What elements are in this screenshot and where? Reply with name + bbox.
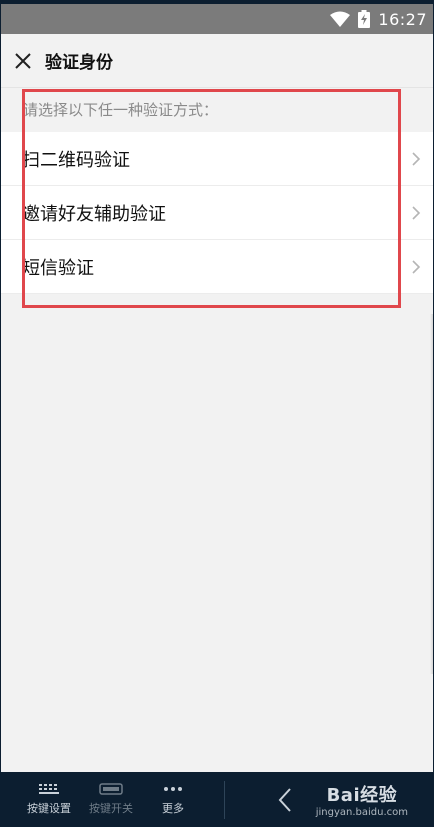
toggle-icon bbox=[99, 783, 123, 795]
keyboard-icon bbox=[39, 784, 59, 794]
watermark-url: jingyan.baidu.com bbox=[315, 807, 408, 818]
baidu-jingyan-watermark: Bai经验 jingyan.baidu.com bbox=[316, 781, 408, 818]
battery-charging-icon bbox=[358, 10, 371, 28]
chevron-right-icon bbox=[412, 259, 421, 274]
page-title: 验证身份 bbox=[45, 53, 113, 73]
back-arrow-icon bbox=[278, 787, 291, 812]
status-time: 16:27 bbox=[378, 9, 427, 29]
more-button[interactable]: 更多 bbox=[142, 772, 204, 827]
option-label: 扫二维码验证 bbox=[22, 149, 130, 171]
toolbar-label: 按键开关 bbox=[89, 802, 133, 815]
back-button[interactable] bbox=[255, 772, 315, 827]
title-bar: 验证身份 bbox=[1, 34, 433, 88]
key-settings-button[interactable]: 按键设置 bbox=[18, 772, 80, 827]
chevron-right-icon bbox=[412, 151, 421, 166]
more-icon bbox=[164, 787, 182, 791]
phone-frame: 16:27 验证身份 请选择以下任一种验证方式： 扫二维码验证 邀请好友辅助验证 bbox=[0, 0, 434, 827]
bottom-toolbar: 按键设置 按键开关 更多 Bai经验 jingyan.baidu.com bbox=[0, 772, 434, 827]
option-label: 邀请好友辅助验证 bbox=[22, 203, 166, 225]
verification-options: 请选择以下任一种验证方式： 扫二维码验证 邀请好友辅助验证 短信验证 bbox=[1, 88, 433, 294]
key-toggle-button[interactable]: 按键开关 bbox=[80, 772, 142, 827]
option-invite-friends[interactable]: 邀请好友辅助验证 bbox=[1, 186, 433, 240]
close-button[interactable] bbox=[3, 34, 43, 88]
option-sms[interactable]: 短信验证 bbox=[1, 240, 433, 294]
close-icon bbox=[15, 52, 31, 69]
wifi-icon bbox=[330, 11, 351, 27]
app-screen: 16:27 验证身份 请选择以下任一种验证方式： 扫二维码验证 邀请好友辅助验证 bbox=[1, 4, 433, 772]
toolbar-label: 更多 bbox=[162, 802, 184, 815]
option-label: 短信验证 bbox=[22, 257, 94, 279]
toolbar-divider bbox=[224, 780, 225, 819]
toolbar-label: 按键设置 bbox=[27, 802, 71, 815]
chevron-right-icon bbox=[412, 205, 421, 220]
status-bar: 16:27 bbox=[1, 4, 433, 34]
watermark-main: Bai经验 bbox=[326, 785, 398, 806]
hint-text: 请选择以下任一种验证方式： bbox=[1, 88, 433, 132]
scroll-edge-shadow bbox=[430, 314, 433, 674]
option-scan-qr[interactable]: 扫二维码验证 bbox=[1, 132, 433, 186]
